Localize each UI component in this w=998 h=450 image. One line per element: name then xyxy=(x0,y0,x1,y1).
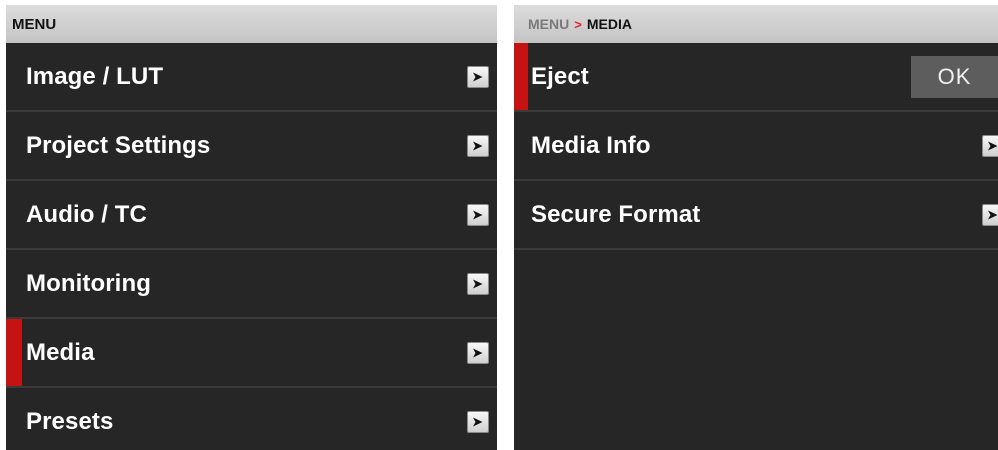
menu-item-monitoring[interactable]: Monitoring xyxy=(6,250,497,319)
menu-item-label: Audio / TC xyxy=(26,200,147,228)
chevron-right-icon[interactable] xyxy=(467,272,489,295)
chevron-right-icon[interactable] xyxy=(982,203,998,226)
submenu-item-eject[interactable]: Eject OK xyxy=(514,43,998,112)
main-menu-panel: MENU Image / LUT Project Settings Audio … xyxy=(6,5,497,450)
menu-item-project-settings[interactable]: Project Settings xyxy=(6,112,497,181)
media-submenu-panel: MENU > MEDIA Eject OK Media Info Secure … xyxy=(514,5,998,450)
submenu-item-label: Media Info xyxy=(531,131,651,159)
submenu-item-secure-format[interactable]: Secure Format xyxy=(514,181,998,250)
menu-item-label: Presets xyxy=(26,407,114,435)
chevron-right-icon[interactable] xyxy=(467,65,489,88)
menu-item-label: Monitoring xyxy=(26,269,151,297)
breadcrumb: MENU > MEDIA xyxy=(514,5,998,43)
menu-item-label: Project Settings xyxy=(26,131,211,159)
submenu-item-media-info[interactable]: Media Info xyxy=(514,112,998,181)
menu-item-label: Media xyxy=(26,338,95,366)
menu-header: MENU xyxy=(6,5,497,43)
menu-item-audio-tc[interactable]: Audio / TC xyxy=(6,181,497,250)
menu-item-label: Image / LUT xyxy=(26,62,164,90)
menu-item-presets[interactable]: Presets xyxy=(6,388,497,450)
menu-item-media[interactable]: Media xyxy=(6,319,497,388)
eject-ok-button[interactable]: OK xyxy=(911,55,998,98)
chevron-right-icon[interactable] xyxy=(467,203,489,226)
breadcrumb-root[interactable]: MENU xyxy=(528,16,569,32)
chevron-right-icon[interactable] xyxy=(467,341,489,364)
breadcrumb-separator-icon: > xyxy=(574,16,582,32)
chevron-right-icon[interactable] xyxy=(467,410,489,433)
menu-item-image-lut[interactable]: Image / LUT xyxy=(6,43,497,112)
chevron-right-icon[interactable] xyxy=(467,134,489,157)
submenu-item-label: Secure Format xyxy=(531,200,701,228)
chevron-right-icon[interactable] xyxy=(982,134,998,157)
submenu-item-label: Eject xyxy=(531,62,589,90)
breadcrumb-current: MEDIA xyxy=(586,16,632,32)
